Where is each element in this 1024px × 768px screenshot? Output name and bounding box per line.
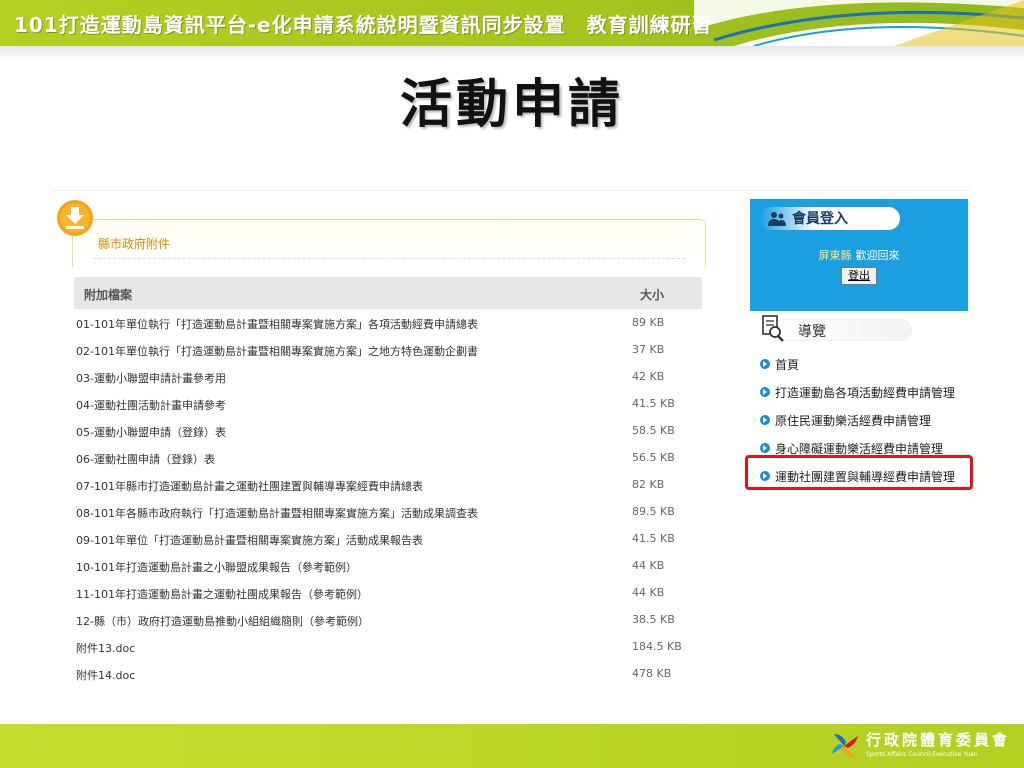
table-row: 01-101年單位執行「打造運動島計畫暨相關專案實施方案」各項活動經費申請總表 8…: [74, 309, 714, 336]
highlight-box: [745, 455, 973, 490]
file-link[interactable]: 07-101年縣市打造運動島計畫之運動社團建置與輔導專案經費申請總表: [76, 478, 423, 494]
file-link[interactable]: 10-101年打造運動島計畫之小聯盟成果報告（參考範例）: [76, 559, 357, 575]
section-divider: [93, 258, 685, 259]
document-search-icon: [762, 315, 784, 342]
file-link[interactable]: 11-101年打造運動島計畫之運動社團成果報告（參考範例）: [76, 586, 368, 602]
table-row: 10-101年打造運動島計畫之小聯盟成果報告（參考範例） 44 KB: [74, 552, 714, 579]
table-row: 03-運動小聯盟申請計畫參考用 42 KB: [74, 363, 714, 390]
file-link[interactable]: 03-運動小聯盟申請計畫參考用: [76, 370, 226, 386]
table-row: 附件14.doc 478 KB: [74, 660, 714, 687]
file-link[interactable]: 09-101年單位「打造運動島計畫暨相關專案實施方案」活動成果報告表: [76, 532, 423, 548]
banner-title: 101打造運動島資訊平台-e化申請系統說明暨資訊同步設置 教育訓練研習: [14, 13, 713, 37]
file-size: 44 KB: [632, 559, 665, 572]
county-name: 屏東縣: [818, 249, 852, 262]
file-size: 89.5 KB: [632, 505, 675, 518]
org-name: 行政院體育委員會: [866, 731, 1011, 749]
nav-item-label: 首頁: [775, 358, 800, 372]
welcome-text: 歡迎回來: [855, 249, 900, 262]
file-link[interactable]: 02-101年單位執行「打造運動島計畫暨相關專案實施方案」之地方特色運動企劃書: [76, 343, 478, 359]
nav-item-indigenous-funding[interactable]: 原住民運動樂活經費申請管理: [758, 407, 968, 435]
file-size: 44 KB: [632, 586, 665, 599]
file-link[interactable]: 附件13.doc: [76, 640, 135, 656]
file-size: 89 KB: [632, 316, 665, 329]
member-login-label: 會員登入: [792, 211, 848, 227]
nav-item-label: 打造運動島各項活動經費申請管理: [775, 386, 956, 400]
table-row: 08-101年各縣市政府執行「打造運動島計畫暨相關專案實施方案」活動成果調查表 8…: [74, 498, 714, 525]
users-icon: [768, 212, 786, 226]
download-icon: [57, 200, 93, 236]
nav-item-home[interactable]: 首頁: [758, 351, 968, 379]
nav-label: 導覽: [798, 324, 826, 340]
nav-header: 導覽: [760, 315, 960, 345]
table-row: 07-101年縣市打造運動島計畫之運動社團建置與輔導專案經費申請總表 82 KB: [74, 471, 714, 498]
file-size: 38.5 KB: [632, 613, 675, 626]
file-link[interactable]: 08-101年各縣市政府執行「打造運動島計畫暨相關專案實施方案」活動成果調查表: [76, 505, 478, 521]
attachment-table-header: 附加檔案 大小: [74, 277, 702, 309]
file-size: 42 KB: [632, 370, 665, 383]
file-size: 41.5 KB: [632, 532, 675, 545]
file-link[interactable]: 05-運動小聯盟申請（登錄）表: [76, 424, 226, 440]
file-size: 41.5 KB: [632, 397, 675, 410]
file-size: 37 KB: [632, 343, 665, 356]
screenshot-panel: 縣市政府附件 附加檔案 大小 01-101年單位執行「打造運動島計畫暨相關專案實…: [52, 190, 970, 685]
file-size: 58.5 KB: [632, 424, 675, 437]
file-size: 478 KB: [632, 667, 672, 680]
bottom-bar: 行政院體育委員會 Sports Affairs Council,Executiv…: [0, 724, 1024, 768]
file-link[interactable]: 01-101年單位執行「打造運動島計畫暨相關專案實施方案」各項活動經費申請總表: [76, 316, 478, 332]
arrow-bullet-icon: [760, 359, 770, 369]
file-size: 82 KB: [632, 478, 665, 491]
table-row: 05-運動小聯盟申請（登錄）表 58.5 KB: [74, 417, 714, 444]
attachment-section-title: 縣市政府附件: [98, 237, 171, 251]
table-row: 11-101年打造運動島計畫之運動社團成果報告（參考範例） 44 KB: [74, 579, 714, 606]
arrow-bullet-icon: [760, 387, 770, 397]
nav-item-sports-island-funding[interactable]: 打造運動島各項活動經費申請管理: [758, 379, 968, 407]
sports-council-logo-icon: [832, 734, 858, 758]
table-row: 02-101年單位執行「打造運動島計畫暨相關專案實施方案」之地方特色運動企劃書 3…: [74, 336, 714, 363]
file-link[interactable]: 04-運動社團活動計畫申請參考: [76, 397, 226, 413]
arrow-bullet-icon: [760, 415, 770, 425]
file-link[interactable]: 12-縣（市）政府打造運動島推動小組組織簡則（參考範例）: [76, 613, 369, 629]
nav-header-pill: [770, 319, 912, 341]
file-link[interactable]: 附件14.doc: [76, 667, 135, 683]
arrow-bullet-icon: [760, 443, 770, 453]
table-row: 附件13.doc 184.5 KB: [74, 633, 714, 660]
slide: 101打造運動島資訊平台-e化申請系統說明暨資訊同步設置 教育訓練研習 活動申請…: [0, 0, 1024, 768]
column-header-file: 附加檔案: [84, 288, 133, 302]
column-header-size: 大小: [640, 288, 665, 302]
table-row: 04-運動社團活動計畫申請參考 41.5 KB: [74, 390, 714, 417]
file-size: 56.5 KB: [632, 451, 675, 464]
banner-decoration-icon: [694, 0, 1024, 46]
attachment-section: 縣市政府附件: [72, 219, 706, 267]
member-login-box: 會員登入 屏東縣 歡迎回來 登出: [750, 199, 968, 311]
table-row: 06-運動社團申請（登錄）表 56.5 KB: [74, 444, 714, 471]
welcome-message: 屏東縣 歡迎回來: [750, 247, 968, 263]
table-row: 12-縣（市）政府打造運動島推動小組組織簡則（參考範例） 38.5 KB: [74, 606, 714, 633]
table-row: 09-101年單位「打造運動島計畫暨相關專案實施方案」活動成果報告表 41.5 K…: [74, 525, 714, 552]
attachment-table-body: 01-101年單位執行「打造運動島計畫暨相關專案實施方案」各項活動經費申請總表 8…: [74, 309, 714, 687]
top-banner: 101打造運動島資訊平台-e化申請系統說明暨資訊同步設置 教育訓練研習: [0, 0, 1024, 46]
logout-button[interactable]: 登出: [841, 267, 877, 285]
banner-shadow: [0, 46, 1024, 60]
file-size: 184.5 KB: [632, 640, 682, 653]
org-english-name: Sports Affairs Council,Executive Yuan: [866, 751, 978, 758]
file-link[interactable]: 06-運動社團申請（登錄）表: [76, 451, 215, 467]
nav-item-label: 原住民運動樂活經費申請管理: [775, 414, 932, 428]
slide-title: 活動申請: [399, 75, 624, 135]
